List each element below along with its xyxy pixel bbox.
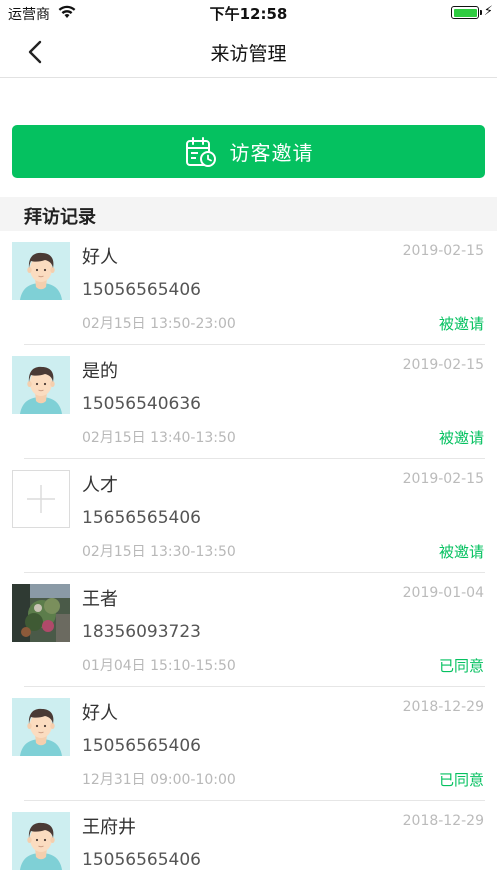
record-date: 2019-02-15 [402, 243, 484, 259]
visitor-name: 好人 [82, 703, 118, 724]
avatar [12, 812, 70, 870]
record-date: 2018-12-29 [402, 699, 484, 715]
visitor-phone: 15056565406 [82, 736, 201, 756]
record-date: 2019-02-15 [402, 471, 484, 487]
battery-cap [480, 10, 482, 15]
visit-record-list: 好人 15056565406 02月15日 13:50-23:00 2019-0… [0, 231, 497, 883]
visitor-invite-button[interactable]: 访客邀请 [12, 125, 485, 178]
section-header: 拜访记录 [0, 197, 497, 231]
record-date: 2019-02-15 [402, 357, 484, 373]
person-avatar-icon [12, 242, 70, 300]
visit-record-row[interactable]: 人才 15656565406 02月15日 13:30-13:50 2019-0… [0, 459, 497, 573]
visitor-name: 王者 [82, 589, 118, 610]
photo-thumbnail-icon [12, 584, 70, 642]
visitor-name: 是的 [82, 361, 118, 382]
page-title: 来访管理 [210, 43, 287, 65]
visit-record-row[interactable]: 好人 15056565406 02月15日 13:50-23:00 2019-0… [0, 231, 497, 345]
charging-icon: ⚡ [483, 4, 493, 19]
visitor-phone: 15056565406 [82, 850, 201, 870]
avatar [12, 470, 70, 528]
visit-record-row[interactable]: 好人 15056565406 12月31日 09:00-10:00 2018-1… [0, 687, 497, 801]
record-status: 被邀请 [438, 315, 484, 333]
person-avatar-icon [12, 812, 70, 870]
record-status: 被邀请 [438, 543, 484, 561]
visit-time-slot: 02月15日 13:40-13:50 [82, 430, 236, 446]
visit-time-slot: 02月15日 13:50-23:00 [82, 316, 236, 332]
status-bar: 运营商 下午12:58 ⚡ [0, 0, 497, 26]
visitor-name: 好人 [82, 247, 118, 268]
visitor-phone: 15056540636 [82, 394, 201, 414]
visit-time-slot: 02月15日 13:30-13:50 [82, 544, 236, 560]
visitor-invite-label: 访客邀请 [229, 141, 314, 165]
visit-time-slot: 12月31日 09:00-10:00 [82, 772, 236, 788]
person-avatar-icon [12, 356, 70, 414]
visitor-phone: 15656565406 [82, 508, 201, 528]
navigation-bar: 来访管理 [0, 26, 497, 78]
record-status: 被邀请 [438, 429, 484, 447]
person-avatar-icon [12, 698, 70, 756]
record-date: 2019-01-04 [402, 585, 484, 601]
visit-record-row[interactable]: 是的 15056540636 02月15日 13:40-13:50 2019-0… [0, 345, 497, 459]
battery-icon [451, 6, 479, 19]
visit-record-row[interactable]: 王府井 15056565406 2018-12-29 [0, 801, 497, 883]
record-status: 已同意 [438, 657, 484, 675]
visit-time-slot: 01月04日 15:10-15:50 [82, 658, 236, 674]
visitor-phone: 18356093723 [82, 622, 201, 642]
visitor-phone: 15056565406 [82, 280, 201, 300]
clock: 下午12:58 [209, 5, 288, 23]
calendar-clock-icon [185, 136, 216, 167]
avatar [12, 584, 70, 642]
avatar [12, 356, 70, 414]
record-status: 已同意 [438, 771, 484, 789]
add-photo-placeholder-icon [12, 470, 70, 528]
visit-record-row[interactable]: 王者 18356093723 01月04日 15:10-15:50 2019-0… [0, 573, 497, 687]
avatar [12, 698, 70, 756]
visitor-name: 王府井 [82, 817, 136, 838]
avatar [12, 242, 70, 300]
record-date: 2018-12-29 [402, 813, 484, 829]
section-title: 拜访记录 [24, 207, 96, 228]
visitor-name: 人才 [82, 475, 118, 496]
